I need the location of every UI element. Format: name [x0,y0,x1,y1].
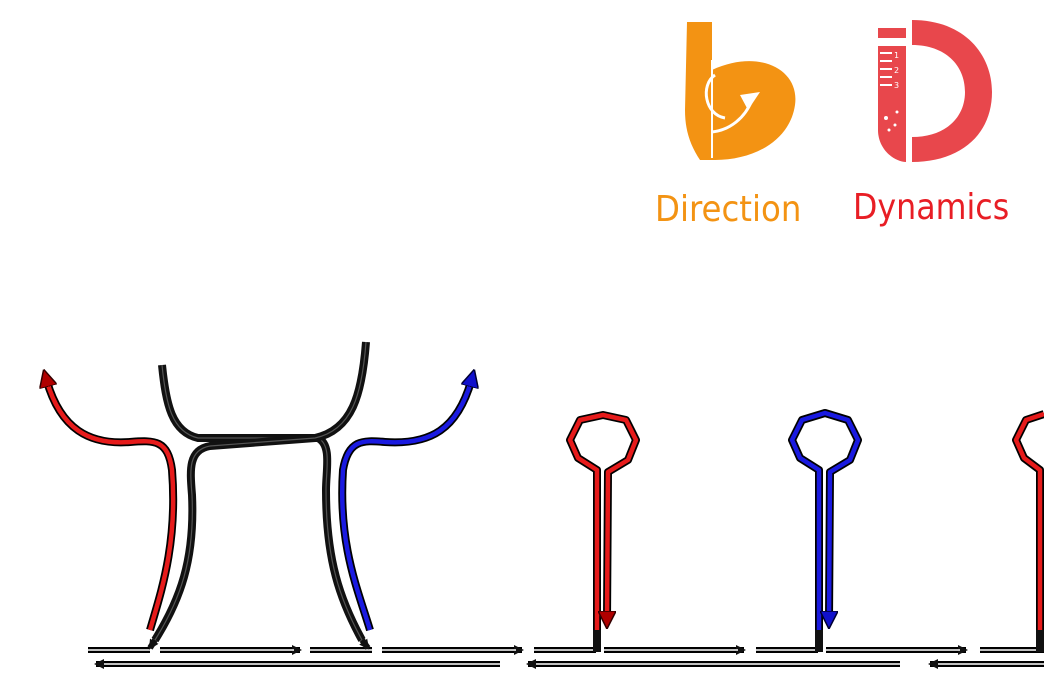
tube-mark: 1 [894,51,899,60]
direction-arrow-icon [685,22,796,160]
tube-mark: 2 [894,66,899,75]
junction-structure [46,341,472,650]
direction-label: Direction [655,189,802,230]
hairpin-blue [788,409,862,652]
hairpin-red [566,411,640,652]
hairpin-red-partial [1012,410,1044,652]
tube-mark: 3 [894,81,899,90]
dynamics-test-tube-icon: 1 2 3 [878,20,992,162]
template-strand-branch [151,341,370,643]
strand-displacement-diagram: 1 2 3 [0,20,1044,669]
dynamics-label: Dynamics [853,187,1010,228]
template-duplex [88,645,1044,669]
